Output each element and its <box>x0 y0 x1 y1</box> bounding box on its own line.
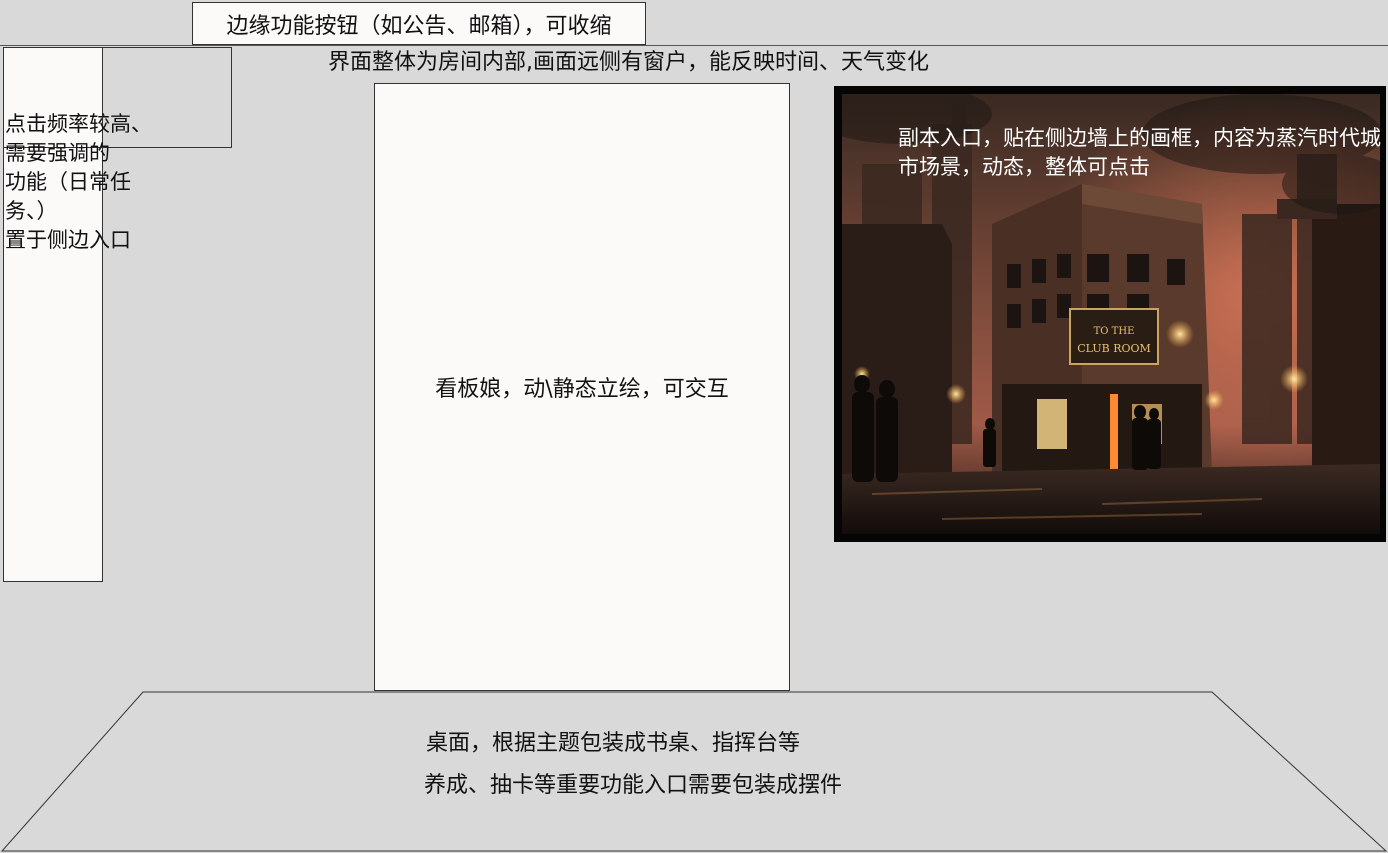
edge-function-buttons-box[interactable]: 边缘功能按钮（如公告、邮箱），可收缩 <box>192 2 646 45</box>
side-entry-description: 点击频率较高、 需要强调的 功能（日常任 务、） 置于侧边入口 <box>5 110 165 255</box>
side-entry-line: 务、） <box>5 199 58 223</box>
desk-description: 桌面，根据主题包装成书桌、指挥台等 <box>426 731 801 756</box>
side-entry-line: 点击频率较高、 <box>5 112 152 136</box>
side-entry-line: 功能（日常任 <box>5 170 131 194</box>
svg-text:CLUB ROOM: CLUB ROOM <box>1077 342 1151 355</box>
club-room-sign-text: TO THE <box>1094 326 1135 337</box>
side-entry-line: 置于侧边入口 <box>5 228 131 252</box>
dungeon-entry-description: 副本入口，贴在侧边墙上的画框，内容为蒸汽时代城市场景，动态，整体可点击 <box>898 126 1381 179</box>
desk-ornament-description: 养成、抽卡等重要功能入口需要包装成摆件 <box>424 773 843 798</box>
side-entry-line: 需要强调的 <box>5 141 110 165</box>
edge-function-buttons-label: 边缘功能按钮（如公告、邮箱），可收缩 <box>226 13 612 39</box>
room-description: 界面整体为房间内部,画面远侧有窗户，能反映时间、天气变化 <box>328 50 929 75</box>
character-portrait-panel[interactable]: 看板娘，动\静态立绘，可交互 <box>374 83 790 691</box>
character-portrait-label: 看板娘，动\静态立绘，可交互 <box>435 377 729 402</box>
dungeon-entry-frame[interactable]: TO THE CLUB ROOM 副本入口，贴在侧边墙上的画框，内容为蒸汽时代城… <box>834 86 1386 542</box>
